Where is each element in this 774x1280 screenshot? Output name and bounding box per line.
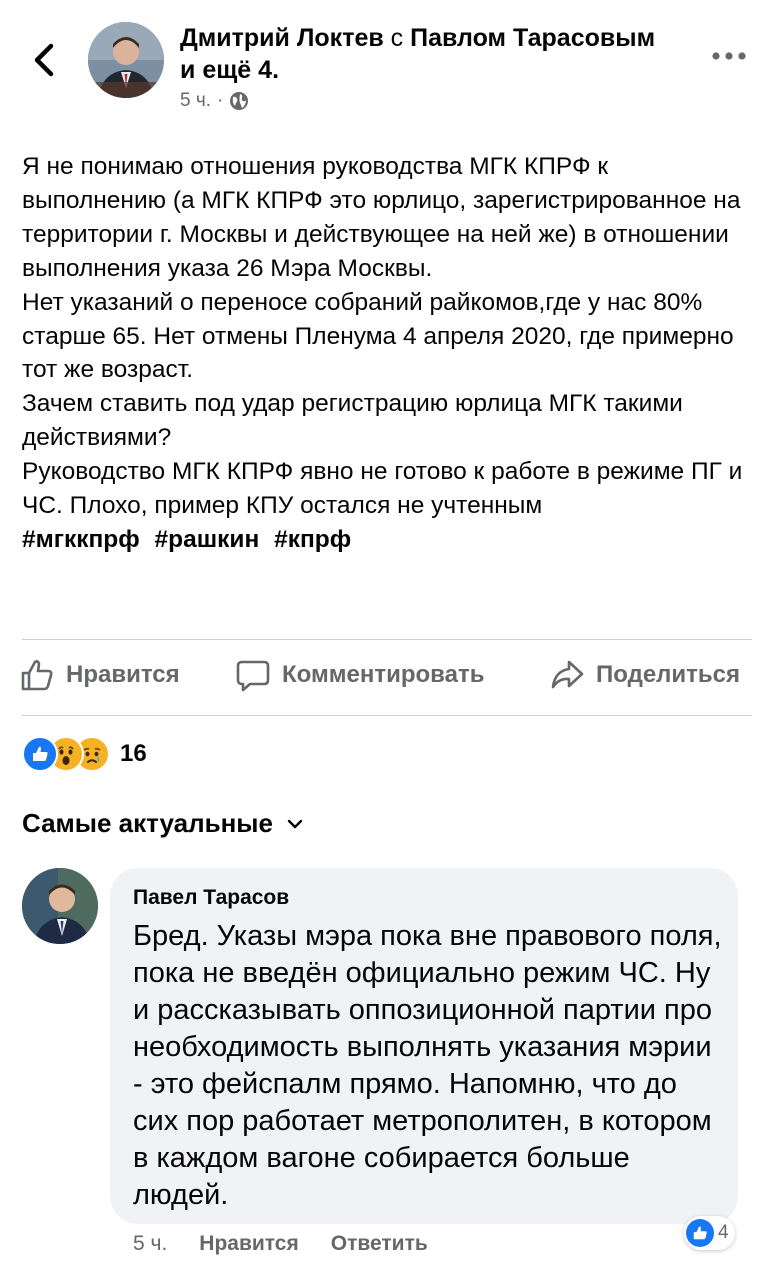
- share-arrow-icon: [551, 660, 584, 689]
- like-label: Нравится: [66, 661, 180, 688]
- comment-time[interactable]: 5 ч.: [133, 1232, 167, 1256]
- author-avatar[interactable]: [88, 22, 164, 98]
- post-paragraph: Нет указаний о переносе собраний райкомо…: [22, 288, 734, 384]
- more-dots-icon: [712, 52, 746, 60]
- post-time[interactable]: 5 ч.: [180, 90, 211, 112]
- comments-sort-dropdown[interactable]: Самые актуальные: [22, 808, 303, 839]
- comment-reply-button[interactable]: Ответить: [331, 1232, 428, 1256]
- back-button[interactable]: [24, 38, 64, 82]
- post-header-names: Дмитрий Локтев с Павлом Тарасовым и ещё …: [180, 22, 700, 86]
- chevron-left-icon: [34, 43, 54, 77]
- like-reaction-icon: [22, 736, 58, 772]
- hashtags: #мгккпрф #рашкин #кпрф: [22, 523, 757, 557]
- post-paragraph: Руководство МГК КПРФ явно не готово к ра…: [22, 458, 743, 520]
- like-reaction-icon: [686, 1219, 714, 1247]
- tagged-name[interactable]: Павлом Тарасовым: [410, 24, 655, 52]
- comment-text: Бред. Указы мэра пока вне правового поля…: [133, 920, 722, 1211]
- author-name[interactable]: Дмитрий Локтев: [180, 24, 384, 52]
- sort-label: Самые актуальные: [22, 808, 273, 838]
- comment-bubble: Павел Тарасов Бред. Указы мэра пока вне …: [110, 868, 738, 1224]
- more-options-button[interactable]: [712, 46, 746, 66]
- commenter-avatar-image: [22, 868, 98, 944]
- hashtag-link[interactable]: #кпрф: [274, 526, 351, 553]
- with-word: с: [390, 24, 404, 52]
- comment-reactions[interactable]: 4: [684, 1216, 735, 1250]
- share-label: Поделиться: [596, 661, 741, 688]
- comment-like-button[interactable]: Нравится: [199, 1232, 298, 1256]
- comment-bubble-icon: [236, 660, 270, 692]
- globe-icon: [230, 92, 249, 110]
- like-button[interactable]: Нравится: [20, 658, 180, 692]
- divider-bottom: [22, 715, 752, 716]
- meta-separator: ·: [217, 90, 224, 111]
- comment-label: Комментировать: [282, 661, 485, 688]
- post-meta: 5 ч. ·: [180, 90, 249, 112]
- reactions-count: 16: [120, 740, 147, 767]
- hashtag-link[interactable]: #мгккпрф: [22, 526, 140, 553]
- post-paragraph: Я не понимаю отношения руководства МГК К…: [22, 153, 741, 282]
- chevron-down-icon: [287, 819, 303, 828]
- post-actions: Нравится Комментировать Поделиться: [0, 640, 774, 716]
- post-body: Я не понимаю отношения руководства МГК К…: [22, 150, 757, 557]
- and-more-link[interactable]: и ещё 4.: [180, 56, 279, 84]
- comment-meta: 5 ч. Нравится Ответить: [133, 1232, 428, 1256]
- comment-likes-count: 4: [718, 1222, 729, 1243]
- commenter-avatar[interactable]: [22, 868, 98, 944]
- reactions-summary[interactable]: 16: [22, 736, 147, 772]
- post-paragraph: Зачем ставить под удар регистрацию юрлиц…: [22, 390, 683, 452]
- share-button[interactable]: Поделиться: [550, 658, 740, 692]
- author-avatar-image: [88, 22, 164, 98]
- commenter-name[interactable]: Павел Тарасов: [133, 886, 289, 910]
- thumbs-up-icon: [21, 660, 53, 691]
- hashtag-link[interactable]: #рашкин: [155, 526, 260, 553]
- comment-button[interactable]: Комментировать: [236, 658, 484, 692]
